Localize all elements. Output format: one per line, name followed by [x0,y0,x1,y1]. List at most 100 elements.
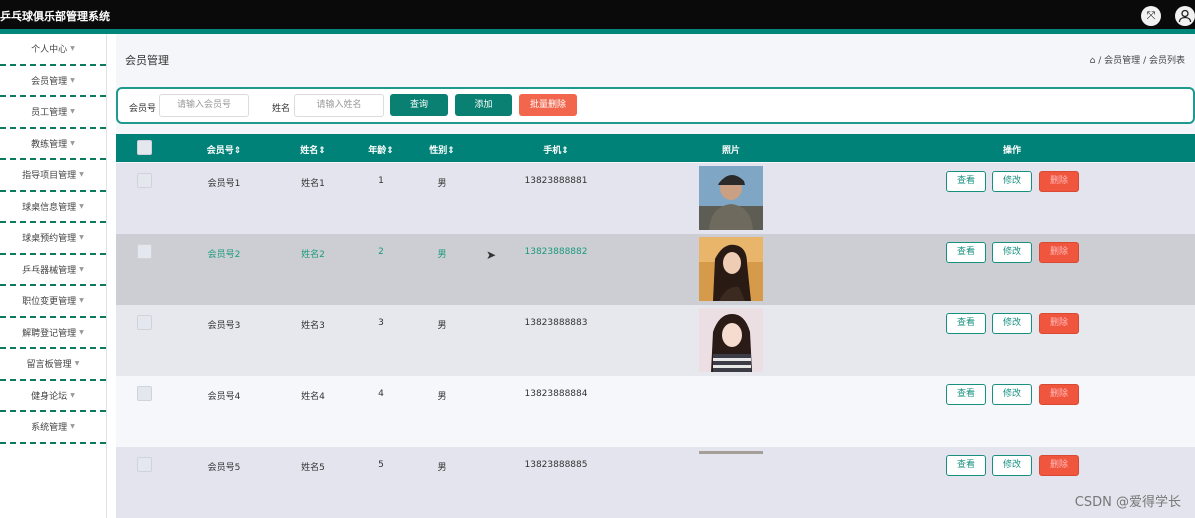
sidebar-item-label: 指导项目管理 [22,171,77,182]
cell-member-no: 会员号5 [207,463,241,473]
header-member-no[interactable]: 会员号⇕ [207,143,242,156]
batch-delete-button[interactable]: 批量删除 [519,94,577,116]
delete-button[interactable]: 删除 [1039,455,1079,476]
edit-button[interactable]: 修改 [992,455,1032,476]
sort-icon: ⇕ [233,146,242,156]
header-name[interactable]: 姓名⇕ [300,143,326,156]
cell-gender: 男 [437,392,447,402]
sidebar-item-label: 职位变更管理 [22,297,77,308]
top-bar: 乒乓球俱乐部管理系统 ⤧ [0,0,1195,29]
sidebar-item-staff[interactable]: 员工管理 ▼ [0,97,106,129]
cell-age: 2 [378,247,384,257]
sidebar-item-message-board[interactable]: 留言板管理 ▼ [0,349,106,381]
view-button[interactable]: 查看 [946,242,986,263]
cell-member-no: 会员号3 [207,321,241,331]
row-checkbox[interactable] [137,386,152,401]
cell-gender: 男 [437,321,447,331]
sidebar: 个人中心 ▼ 会员管理 ▼ 员工管理 ▼ 教练管理 ▼ 指导项目管理 ▼ 球桌信息管理 ▼ … [0,34,107,518]
fullscreen-icon[interactable]: ⤧ [1141,6,1161,26]
sidebar-item-members[interactable]: 会员管理 ▼ [0,66,106,97]
header-gender[interactable]: 性别⇕ [429,143,455,156]
user-icon[interactable] [1175,6,1195,26]
sort-icon: ⇕ [318,146,326,156]
sidebar-item-coaching-projects[interactable]: 指导项目管理 ▼ [0,160,106,192]
query-button[interactable]: 查询 [390,94,448,116]
home-icon[interactable]: ⌂ [1090,56,1096,66]
row-checkbox[interactable] [137,173,152,188]
table-row: 会员号4 姓名4 4 男 13823888884 查看 修改 删除 [116,376,1195,447]
sidebar-item-label: 球桌预约管理 [22,234,77,245]
page-title: 会员管理 [125,54,169,67]
breadcrumb-members[interactable]: 会员管理 [1104,56,1140,66]
header-age[interactable]: 年龄⇕ [368,143,394,156]
sidebar-item-dismissals[interactable]: 解聘登记管理 ▼ [0,318,106,349]
sidebar-item-coaches[interactable]: 教练管理 ▼ [0,129,106,160]
member-photo [699,237,763,301]
view-button[interactable]: 查看 [946,384,986,405]
row-checkbox[interactable] [137,315,152,330]
sidebar-item-fitness-forum[interactable]: 健身论坛 ▼ [0,381,106,412]
member-photo [699,308,763,372]
delete-button[interactable]: 删除 [1039,313,1079,334]
sidebar-item-position-changes[interactable]: 职位变更管理 ▼ [0,286,106,318]
caret-down-icon: ▼ [79,265,84,273]
view-button[interactable]: 查看 [946,313,986,334]
table-row: 会员号5 姓名5 5 男 13823888885 查看 修改 删除 [116,447,1195,518]
breadcrumb-separator: / [1098,56,1102,66]
caret-down-icon: ▼ [79,328,84,336]
cell-age: 3 [378,318,384,328]
delete-button[interactable]: 删除 [1039,171,1079,192]
sidebar-item-label: 乒乓器械管理 [22,265,77,276]
select-all-checkbox[interactable] [137,140,152,155]
header-actions: 操作 [1002,146,1022,156]
caret-down-icon: ▼ [70,76,75,84]
caret-down-icon: ▼ [70,45,75,53]
sidebar-item-personal-center[interactable]: 个人中心 ▼ [0,34,106,66]
sidebar-item-label: 留言板管理 [26,360,72,371]
breadcrumb: ⌂ / 会员管理 / 会员列表 [1090,53,1185,66]
sidebar-item-table-booking[interactable]: 球桌预约管理 ▼ [0,223,106,255]
sidebar-item-label: 系统管理 [31,423,68,434]
name-input[interactable]: 请输入姓名 [294,94,384,117]
view-button[interactable]: 查看 [946,171,986,192]
cell-gender: 男 [437,179,447,189]
sidebar-item-label: 解聘登记管理 [22,328,77,339]
header-phone[interactable]: 手机⇕ [543,143,569,156]
sidebar-item-label: 球桌信息管理 [22,202,77,213]
view-button[interactable]: 查看 [946,455,986,476]
mouse-cursor-icon: ➤ [486,248,497,262]
cell-name: 姓名1 [301,179,325,189]
edit-button[interactable]: 修改 [992,171,1032,192]
add-button[interactable]: 添加 [455,94,512,116]
sidebar-item-label: 教练管理 [31,139,68,150]
breadcrumb-member-list: 会员列表 [1148,56,1185,66]
cell-name: 姓名2 [301,250,325,260]
sidebar-item-system[interactable]: 系统管理 ▼ [0,412,106,444]
search-bar: 会员号 请输入会员号 姓名 请输入姓名 查询 添加 批量删除 [116,87,1195,124]
row-checkbox[interactable] [137,457,152,472]
member-no-input[interactable]: 请输入会员号 [159,94,249,117]
table-row: 会员号2 姓名2 2 男 13823888882 ➤ 查看 修改 删除 [116,234,1195,305]
watermark: CSDN @爱得学长 [1074,495,1181,510]
sort-icon: ⇕ [561,146,569,156]
cell-phone: 13823888883 [524,318,588,328]
edit-button[interactable]: 修改 [992,384,1032,405]
delete-button[interactable]: 删除 [1039,242,1079,263]
cell-name: 姓名4 [301,392,325,402]
sidebar-item-equipment[interactable]: 乒乓器械管理 ▼ [0,255,106,286]
sidebar-item-label: 健身论坛 [31,391,68,402]
member-photo [699,451,763,454]
table-row: 会员号1 姓名1 1 男 13823888881 查看 修改 删除 [116,163,1195,234]
sidebar-item-label: 员工管理 [31,108,68,119]
caret-down-icon: ▼ [70,139,75,147]
cell-name: 姓名3 [301,321,325,331]
main-content: 会员管理 ⌂ / 会员管理 / 会员列表 会员号 请输入会员号 姓名 请输入姓名… [116,34,1195,518]
sidebar-item-table-info[interactable]: 球桌信息管理 ▼ [0,192,106,223]
row-checkbox[interactable] [137,244,152,259]
delete-button[interactable]: 删除 [1039,384,1079,405]
cell-age: 4 [378,389,384,399]
edit-button[interactable]: 修改 [992,242,1032,263]
cell-phone: 13823888882 [524,247,588,257]
edit-button[interactable]: 修改 [992,313,1032,334]
member-no-label: 会员号 [129,104,157,114]
